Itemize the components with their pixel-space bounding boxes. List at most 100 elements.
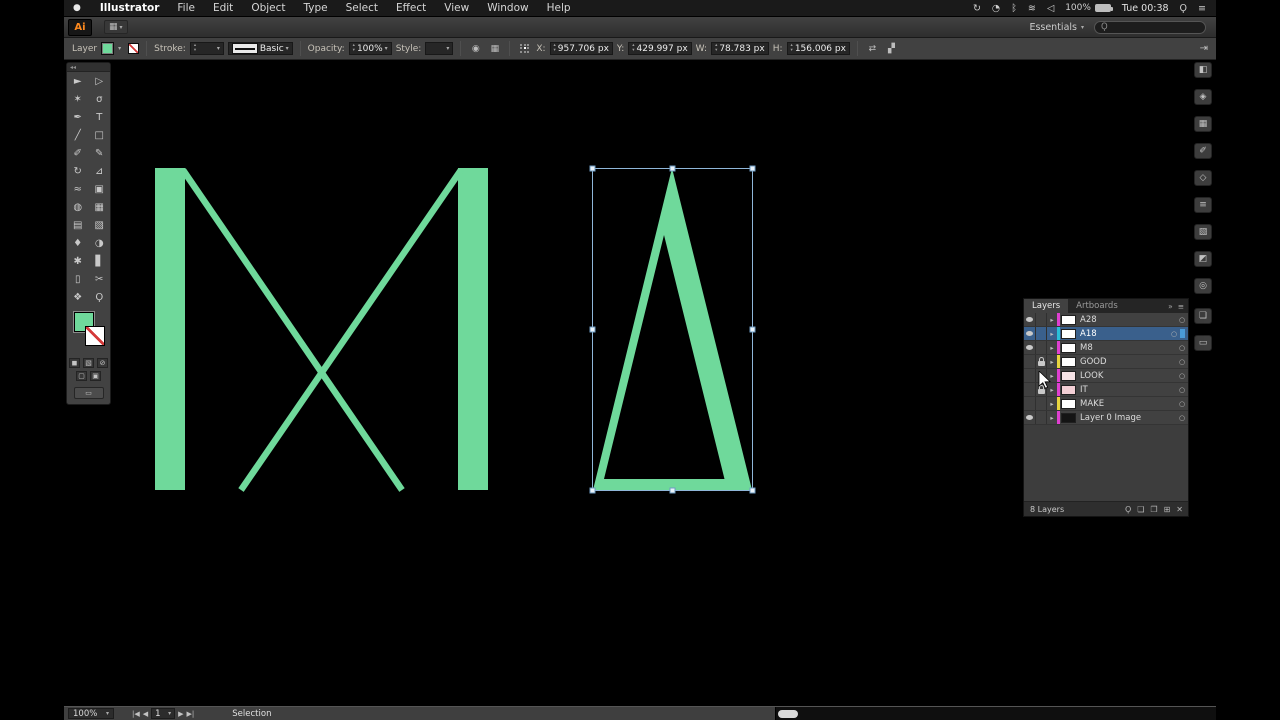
gradient-panel-icon[interactable]: ▧ — [1194, 224, 1212, 240]
new-sublayer-icon[interactable]: ❐ — [1150, 505, 1157, 514]
letter-m-diagonal-left[interactable] — [180, 168, 405, 492]
first-artboard-button[interactable]: |◀ — [132, 710, 140, 718]
color-guide-panel-icon[interactable]: ◈ — [1194, 89, 1212, 105]
lock-toggle[interactable] — [1036, 383, 1047, 396]
tab-artboards[interactable]: Artboards — [1068, 299, 1126, 313]
mesh-tool[interactable]: ▤ — [67, 216, 89, 234]
line-segment-tool[interactable]: ╱ — [67, 126, 89, 144]
lock-toggle[interactable] — [1036, 397, 1047, 410]
letter-a-triangle[interactable] — [593, 168, 752, 490]
tools-panel-header[interactable]: ◂◂ — [67, 63, 110, 72]
perspective-grid-tool[interactable]: ▦ — [89, 198, 111, 216]
reference-point-selector[interactable] — [519, 43, 530, 54]
layer-name[interactable]: LOOK — [1076, 371, 1176, 381]
lock-toggle[interactable] — [1036, 369, 1047, 382]
last-artboard-button[interactable]: ▶| — [187, 710, 195, 718]
layer-name[interactable]: A18 — [1076, 329, 1168, 339]
layer-name[interactable]: IT — [1076, 385, 1176, 395]
letter-m-diagonal-right[interactable] — [238, 168, 464, 492]
expand-arrow-icon[interactable]: ▸ — [1047, 355, 1057, 368]
visibility-toggle[interactable] — [1024, 369, 1036, 382]
document-setup-icon[interactable]: ▦ — [487, 42, 502, 56]
layer-row-look[interactable]: ▸ LOOK ○ — [1024, 369, 1188, 383]
layer-row-m8[interactable]: ▸ M8 ○ — [1024, 341, 1188, 355]
stepper-icon[interactable]: ▴ ▾ — [715, 43, 717, 53]
search-input[interactable]: Ϙ — [1094, 20, 1206, 34]
menu-file[interactable]: File — [168, 0, 204, 17]
fill-color-swatch[interactable] — [101, 42, 115, 55]
layer-thumbnail[interactable] — [1061, 412, 1076, 423]
expand-arrow-icon[interactable]: ▸ — [1047, 327, 1057, 340]
stroke-color-swatch[interactable] — [128, 43, 140, 54]
swatches-panel-icon[interactable]: ▦ — [1194, 116, 1212, 132]
column-graph-tool[interactable]: ▋ — [89, 252, 111, 270]
y-field[interactable]: ▴ ▾ 429.997 px — [628, 42, 692, 55]
collapse-panel-icon[interactable]: » — [1168, 302, 1173, 311]
free-transform-tool[interactable]: ▣ — [89, 180, 111, 198]
artboard-tool[interactable]: ▯ — [67, 270, 89, 288]
visibility-toggle[interactable] — [1024, 313, 1036, 326]
bluetooth-icon[interactable]: ᛒ — [1011, 3, 1017, 14]
height-field[interactable]: ▴ ▾ 156.006 px — [786, 42, 850, 55]
symbol-sprayer-tool[interactable]: ✱ — [67, 252, 89, 270]
layer-row-layer0image[interactable]: ▸ Layer 0 Image ○ — [1024, 411, 1188, 425]
pencil-tool[interactable]: ✎ — [89, 144, 111, 162]
target-circle-icon[interactable]: ○ — [1176, 400, 1188, 408]
screen-mode-button[interactable]: ▭ — [73, 387, 104, 399]
layer-thumbnail[interactable] — [1061, 314, 1076, 325]
layer-name[interactable]: MAKE — [1076, 399, 1176, 409]
letter-m-right-stem[interactable] — [458, 168, 488, 490]
visibility-toggle[interactable] — [1024, 383, 1036, 396]
make-clipping-mask-icon[interactable]: ❏ — [1137, 505, 1144, 514]
next-artboard-button[interactable]: ▶ — [178, 710, 183, 718]
layer-row-a18[interactable]: ▸ A18 ○ — [1024, 327, 1188, 341]
stepper-icon[interactable]: ▴ ▾ — [194, 43, 196, 53]
expand-arrow-icon[interactable]: ▸ — [1047, 369, 1057, 382]
expand-arrow-icon[interactable]: ▸ — [1047, 313, 1057, 326]
lock-toggle[interactable] — [1036, 341, 1047, 354]
apple-menu-icon[interactable]: ● — [64, 3, 91, 13]
menu-edit[interactable]: Edit — [204, 0, 242, 17]
shape-builder-tool[interactable]: ◍ — [67, 198, 89, 216]
draw-behind-button[interactable]: ▣ — [90, 371, 101, 381]
rotate-tool[interactable]: ↻ — [67, 162, 89, 180]
lock-toggle[interactable] — [1036, 313, 1047, 326]
artboards-panel-icon[interactable]: ▭ — [1194, 335, 1212, 351]
symbols-panel-icon[interactable]: ◇ — [1194, 170, 1212, 186]
color-mode-button[interactable]: ◼ — [69, 358, 80, 368]
visibility-toggle[interactable] — [1024, 355, 1036, 368]
pen-tool[interactable]: ✒ — [67, 108, 89, 126]
lock-toggle[interactable] — [1036, 411, 1047, 424]
align-options-icon[interactable]: ▞ — [884, 42, 899, 56]
menu-select[interactable]: Select — [337, 0, 387, 17]
stepper-icon[interactable]: ▴ ▾ — [353, 43, 355, 53]
zoom-tool[interactable]: Ϙ — [89, 288, 111, 306]
lock-toggle[interactable] — [1036, 327, 1047, 340]
tab-layers[interactable]: Layers — [1024, 299, 1069, 313]
visibility-toggle[interactable] — [1024, 341, 1036, 354]
previous-artboard-button[interactable]: ◀ — [143, 710, 148, 718]
scale-tool[interactable]: ⊿ — [89, 162, 111, 180]
brush-definition-dropdown[interactable]: Basic ▾ — [227, 42, 293, 55]
scrollbar-thumb[interactable] — [778, 710, 798, 718]
time-machine-icon[interactable]: ◔ — [992, 3, 1000, 14]
opacity-field[interactable]: ▴ ▾ 100% ▾ — [348, 42, 392, 55]
layer-row-good[interactable]: ▸ GOOD ○ — [1024, 355, 1188, 369]
layer-row-it[interactable]: ▸ IT ○ — [1024, 383, 1188, 397]
layer-row-make[interactable]: ▸ MAKE ○ — [1024, 397, 1188, 411]
artboard-number-field[interactable]: 1 ▾ — [151, 708, 176, 719]
panel-menu-icon[interactable]: ≡ — [1178, 302, 1184, 311]
layer-name[interactable]: Layer 0 Image — [1076, 413, 1176, 423]
recolor-artwork-icon[interactable]: ◉ — [468, 42, 483, 56]
spotlight-icon[interactable]: Ϙ — [1180, 3, 1187, 14]
width-tool[interactable]: ≈ — [67, 180, 89, 198]
menu-effect[interactable]: Effect — [387, 0, 435, 17]
stepper-icon[interactable]: ▴ ▾ — [632, 43, 634, 53]
width-field[interactable]: ▴ ▾ 78.783 px — [711, 42, 769, 55]
transparency-panel-icon[interactable]: ◩ — [1194, 251, 1212, 267]
paintbrush-tool[interactable]: ✐ — [67, 144, 89, 162]
target-circle-icon[interactable]: ○ — [1176, 386, 1188, 394]
menu-illustrator[interactable]: Illustrator — [91, 0, 169, 17]
menu-object[interactable]: Object — [242, 0, 294, 17]
new-layer-icon[interactable]: ⊞ — [1164, 505, 1171, 514]
